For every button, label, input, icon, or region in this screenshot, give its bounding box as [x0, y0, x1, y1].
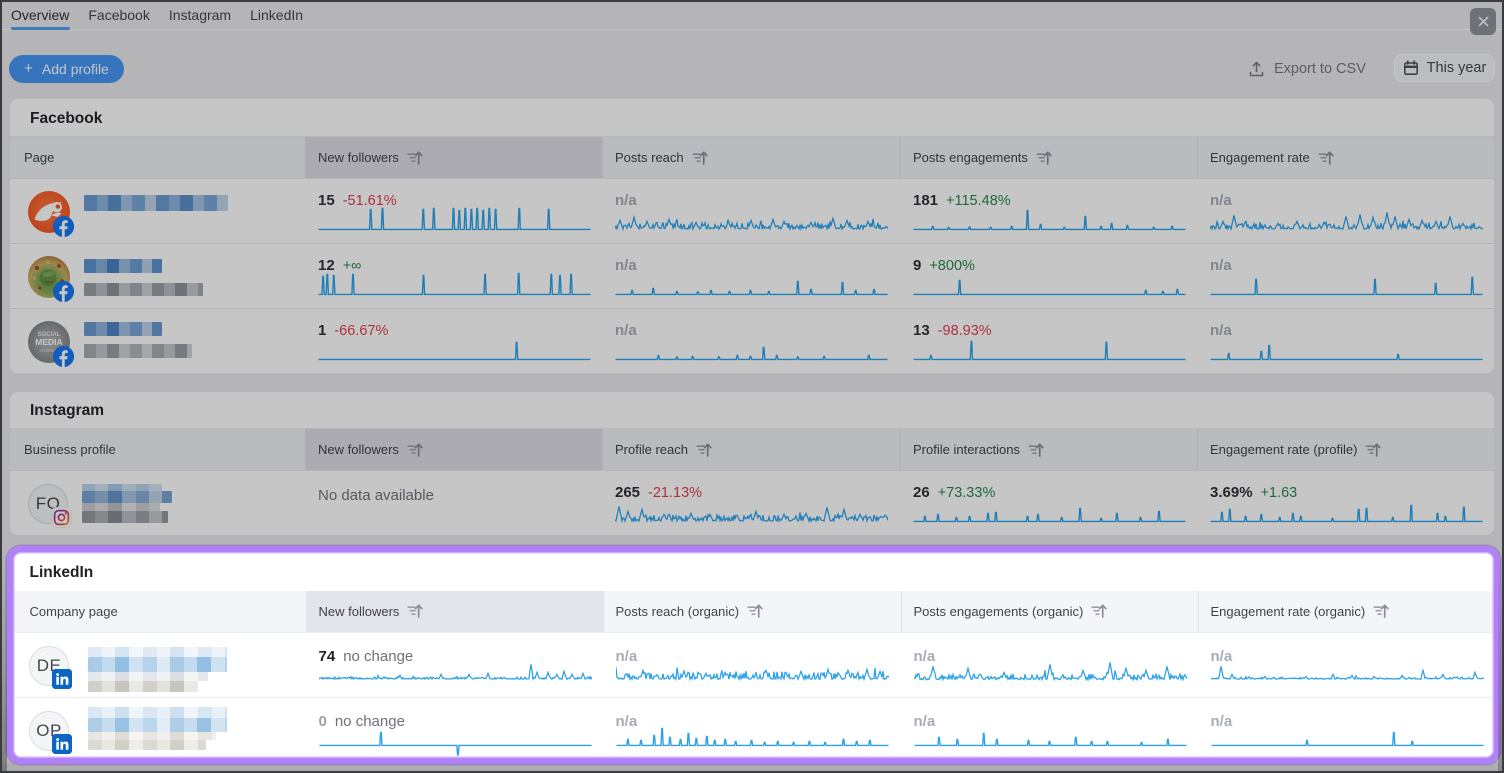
svg-text:MEDIA: MEDIA	[35, 337, 62, 347]
